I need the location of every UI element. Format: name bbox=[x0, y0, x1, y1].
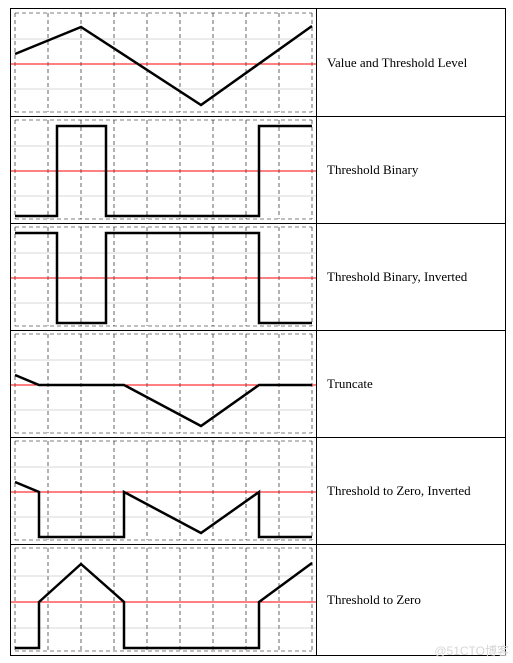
label-tozero: Threshold to Zero bbox=[316, 544, 505, 655]
label-text: Threshold Binary, Inverted bbox=[327, 269, 467, 285]
label-tozero-inv: Threshold to Zero, Inverted bbox=[316, 437, 505, 544]
label-original: Value and Threshold Level bbox=[316, 9, 505, 116]
label-binary-inv: Threshold Binary, Inverted bbox=[316, 223, 505, 330]
label-truncate: Truncate bbox=[316, 330, 505, 437]
label-binary: Threshold Binary bbox=[316, 116, 505, 223]
row-binary-inv: Threshold Binary, Inverted bbox=[11, 223, 505, 331]
row-tozero: Threshold to Zero bbox=[11, 544, 505, 655]
plot-binary bbox=[11, 116, 316, 223]
plot-binary-inv bbox=[11, 223, 316, 330]
plot-original bbox=[11, 9, 316, 116]
row-tozero-inv: Threshold to Zero, Inverted bbox=[11, 437, 505, 545]
row-binary: Threshold Binary bbox=[11, 116, 505, 224]
label-text: Threshold Binary bbox=[327, 162, 418, 178]
label-text: Value and Threshold Level bbox=[327, 55, 467, 71]
row-truncate: Truncate bbox=[11, 330, 505, 438]
row-original: Value and Threshold Level bbox=[11, 9, 505, 117]
plot-tozero bbox=[11, 544, 316, 651]
plot-truncate bbox=[11, 330, 316, 437]
threshold-figure: { "chart_data": [ { "type": "line", "nam… bbox=[10, 8, 506, 656]
watermark: @51CTO博客 bbox=[434, 642, 509, 659]
plot-tozero-inv bbox=[11, 437, 316, 544]
label-text: Truncate bbox=[327, 376, 373, 392]
label-text: Threshold to Zero bbox=[327, 592, 421, 608]
label-text: Threshold to Zero, Inverted bbox=[327, 483, 471, 499]
